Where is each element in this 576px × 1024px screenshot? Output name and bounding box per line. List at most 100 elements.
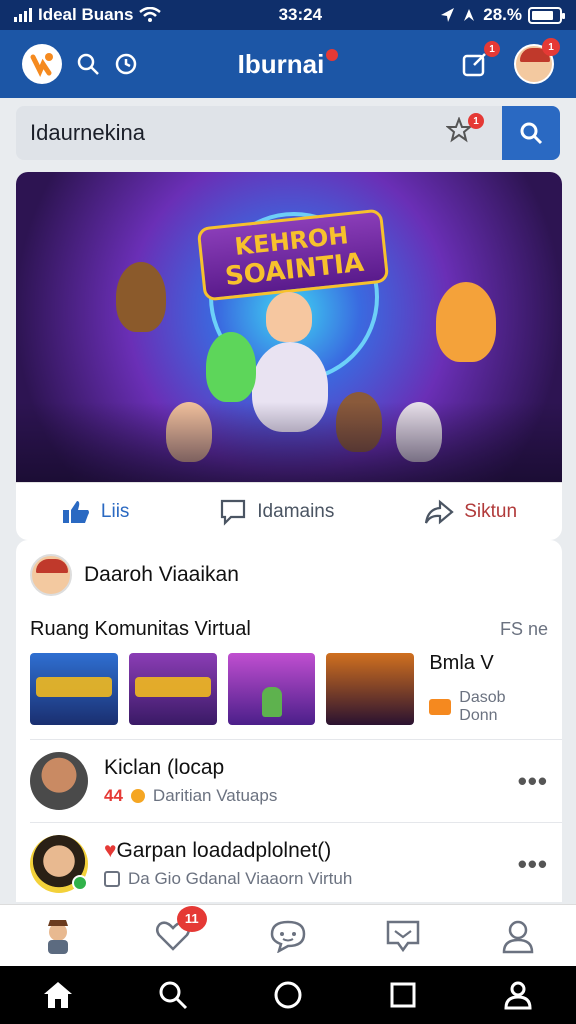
system-nav-bar — [0, 966, 576, 1024]
feed-card: Daaroh Viaaikan Ruang Komunitas Virtual … — [16, 540, 562, 902]
header-left-icons — [76, 52, 138, 76]
tag-icon — [429, 699, 452, 715]
list-subtitle-row: Da Gio Gdanal Viaaorn Virtuh — [104, 869, 502, 889]
system-home-button[interactable] — [28, 971, 88, 1019]
favorite-button[interactable]: 1 — [445, 113, 484, 149]
hero-character — [266, 292, 312, 342]
thumbnail-1[interactable] — [30, 652, 118, 725]
profile-icon — [504, 981, 532, 1010]
list-item[interactable]: Kiclan (locap 44 Daritian Vatuaps ••• — [16, 740, 562, 822]
system-search-button[interactable] — [143, 971, 203, 1019]
bottom-nav: 11 — [0, 904, 576, 966]
status-time: 33:24 — [278, 5, 323, 24]
edit-icon — [462, 53, 486, 77]
list-body: ♥Garpan loadadplolnet() Da Gio Gdanal Vi… — [104, 839, 502, 889]
comment-button[interactable]: Idamains — [219, 498, 334, 526]
more-options-icon[interactable]: ••• — [518, 849, 548, 880]
logo-icon — [30, 53, 53, 77]
community-see-all[interactable]: FS ne — [500, 619, 548, 640]
carrier-text: Ideal Buans — [38, 5, 134, 24]
featured-card: KEHROH SOAINTIA Liis Idamains Siktun — [16, 172, 562, 540]
more-options-icon[interactable]: ••• — [518, 766, 548, 797]
list-body: Kiclan (locap 44 Daritian Vatuaps — [104, 756, 502, 806]
search-bar: Idaurnekina 1 — [16, 106, 560, 160]
navigation-icon — [464, 9, 475, 21]
chat-icon — [270, 920, 306, 953]
refresh-icon[interactable] — [114, 52, 138, 76]
compose-badge: 1 — [484, 41, 500, 57]
system-circle-button[interactable] — [258, 971, 318, 1019]
search-icon[interactable] — [76, 52, 100, 76]
favorites-badge: 11 — [176, 905, 207, 932]
list-item[interactable]: ♥Garpan loadadplolnet() Da Gio Gdanal Vi… — [16, 823, 562, 902]
nav-chat[interactable] — [258, 910, 318, 962]
character-left — [116, 262, 166, 332]
comment-icon — [221, 499, 246, 526]
list-title: ♥Garpan loadadplolnet() — [104, 839, 502, 863]
nav-favorites[interactable]: 11 — [143, 905, 207, 962]
wifi-icon — [139, 7, 162, 22]
coin-icon — [130, 789, 145, 803]
doc-icon — [104, 871, 120, 887]
side-subtitle: Dasob Donn — [459, 689, 506, 724]
list-avatar[interactable] — [30, 835, 88, 893]
post-author-avatar[interactable] — [30, 554, 72, 596]
title-dot — [326, 48, 339, 61]
community-thumbnails: Bmla V Dasob Donn — [16, 648, 562, 739]
signal-icon — [14, 8, 32, 22]
system-profile-button[interactable] — [488, 971, 548, 1019]
thumbnail-3[interactable] — [227, 652, 316, 725]
compose-button[interactable]: 1 — [458, 41, 500, 81]
profile-icon — [503, 920, 534, 953]
nav-profile[interactable] — [488, 910, 548, 962]
app-header: Iburnai 1 1 — [0, 30, 576, 98]
header-right: 1 1 — [458, 38, 560, 84]
like-label: Liis — [100, 500, 130, 522]
heart-icon: ♥ — [104, 839, 117, 862]
system-recents-button[interactable] — [373, 971, 433, 1019]
reaction-prefix: 44 — [104, 786, 123, 805]
app-logo[interactable] — [22, 44, 62, 84]
thumbnail-2[interactable] — [128, 652, 217, 725]
bear-character — [436, 282, 496, 362]
side-subtitle-row: Dasob Donn — [429, 689, 548, 725]
search-icon — [159, 981, 187, 1010]
search-input[interactable]: Idaurnekina 1 — [16, 106, 502, 160]
community-title: Ruang Komunitas Virtual — [30, 617, 251, 640]
list-subtitle-row: 44 Daritian Vatuaps — [104, 786, 502, 806]
green-monster — [206, 332, 256, 402]
side-title: Bmla V — [429, 652, 494, 674]
location-icon — [441, 8, 455, 22]
hero-crowd — [16, 402, 562, 482]
comment-label: Idamains — [257, 500, 335, 522]
nav-messages[interactable] — [373, 910, 433, 962]
share-button[interactable]: Siktun — [424, 499, 517, 525]
star-badge: 1 — [468, 113, 484, 129]
featured-image[interactable]: KEHROH SOAINTIA — [16, 172, 562, 482]
search-button[interactable] — [502, 106, 560, 160]
like-button[interactable]: Liis — [61, 499, 130, 525]
thumbnail-4[interactable] — [326, 652, 415, 725]
status-left: Ideal Buans — [14, 5, 162, 25]
post-header[interactable]: Daaroh Viaaikan — [16, 540, 562, 610]
list-avatar[interactable] — [30, 752, 88, 810]
recent-apps-icon — [390, 982, 416, 1008]
community-side-info: Bmla V Dasob Donn — [429, 652, 548, 725]
list-title: Kiclan (locap — [104, 756, 225, 779]
post-author-name: Daaroh Viaaikan — [84, 563, 239, 586]
like-icon — [62, 500, 89, 523]
action-bar: Liis Idamains Siktun — [16, 482, 562, 540]
circle-home-icon — [274, 981, 302, 1009]
share-label: Siktun — [464, 500, 518, 522]
battery-text: 28.% — [483, 5, 522, 24]
nav-home[interactable] — [28, 910, 88, 962]
status-bar: Ideal Buans 33:24 28.% — [0, 0, 576, 30]
status-right: 28.% — [439, 5, 565, 25]
search-value: Idaurnekina — [30, 120, 145, 145]
list-subtitle: Daritian Vatuaps — [152, 786, 278, 805]
user-avatar[interactable]: 1 — [514, 38, 560, 84]
search-icon — [520, 122, 543, 145]
profile-avatar-icon — [47, 919, 68, 954]
community-header: Ruang Komunitas Virtual FS ne — [16, 610, 562, 648]
home-icon — [43, 982, 72, 1008]
